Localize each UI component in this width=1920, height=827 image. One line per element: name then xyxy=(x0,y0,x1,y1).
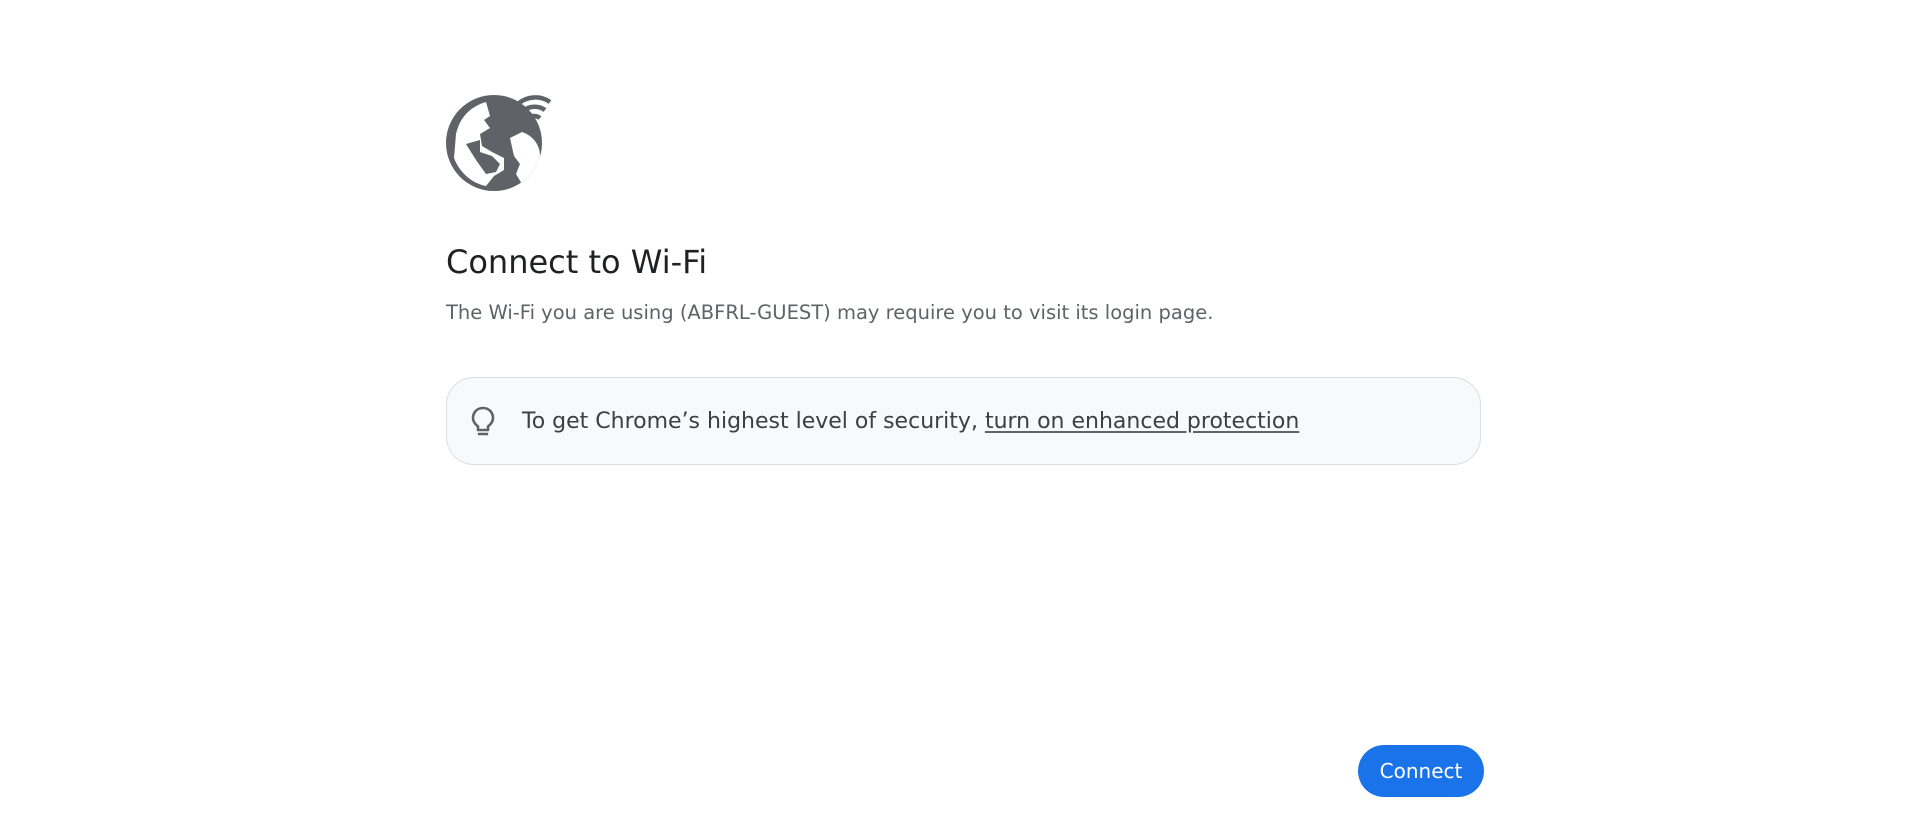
globe-wifi-icon xyxy=(446,94,552,194)
enhanced-protection-link[interactable]: turn on enhanced protection xyxy=(985,409,1299,434)
promo-text: To get Chrome’s highest level of securit… xyxy=(522,409,985,434)
interstitial-page: Connect to Wi-Fi The Wi-Fi you are using… xyxy=(0,0,1920,827)
lightbulb-icon xyxy=(471,406,495,438)
page-description: The Wi-Fi you are using (ABFRL-GUEST) ma… xyxy=(446,301,1214,324)
page-title: Connect to Wi-Fi xyxy=(446,243,708,281)
connect-button[interactable]: Connect xyxy=(1358,745,1484,797)
promo-message: To get Chrome’s highest level of securit… xyxy=(522,408,1299,436)
enhanced-protection-promo: To get Chrome’s highest level of securit… xyxy=(446,377,1481,465)
